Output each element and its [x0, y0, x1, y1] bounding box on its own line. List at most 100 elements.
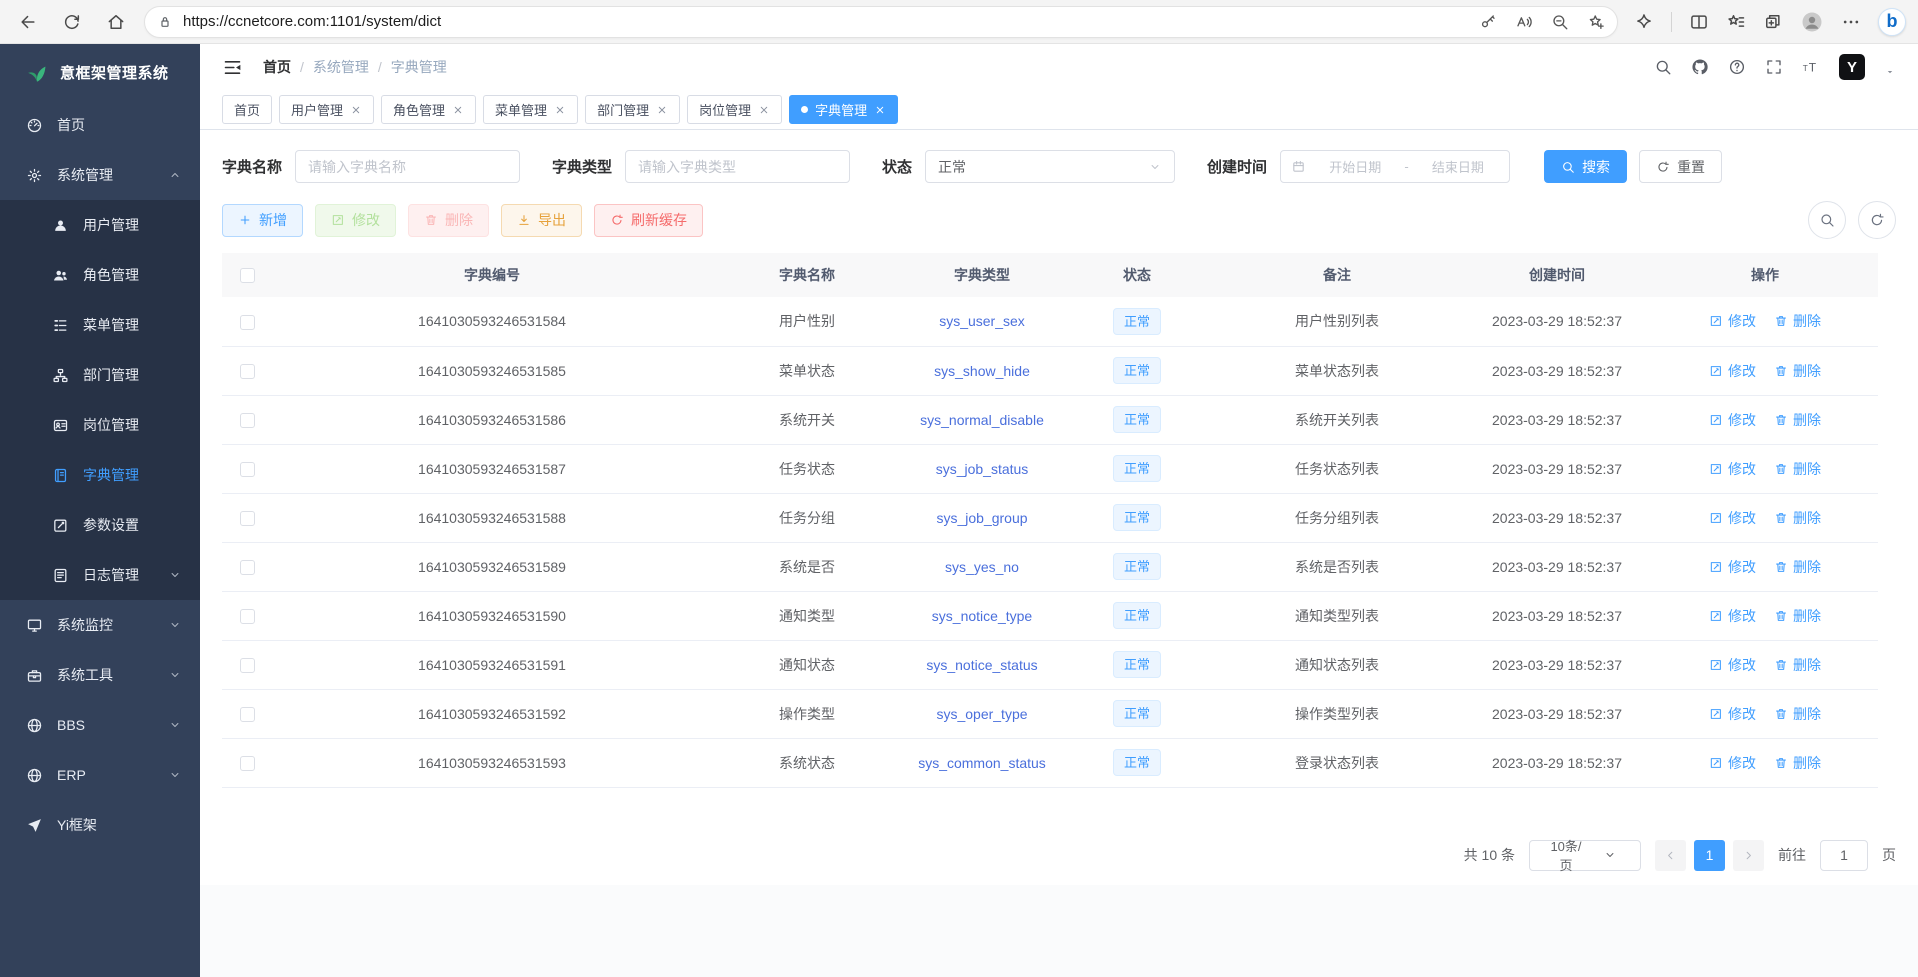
- row-checkbox[interactable]: [240, 511, 255, 526]
- row-checkbox[interactable]: [240, 707, 255, 722]
- favorites-icon[interactable]: [1726, 12, 1746, 32]
- row-delete-link[interactable]: 删除: [1774, 704, 1821, 724]
- page-1-button[interactable]: 1: [1694, 840, 1725, 871]
- row-edit-link[interactable]: 修改: [1709, 557, 1756, 577]
- split-screen-icon[interactable]: [1689, 12, 1709, 32]
- github-icon[interactable]: [1691, 58, 1709, 76]
- row-delete-link[interactable]: 删除: [1774, 459, 1821, 479]
- prev-page-button[interactable]: [1655, 840, 1686, 871]
- search-button[interactable]: 搜索: [1544, 150, 1627, 183]
- sidebar-item-yi-framework[interactable]: Yi框架: [0, 800, 200, 850]
- dict-type-input[interactable]: [625, 150, 850, 183]
- row-edit-link[interactable]: 修改: [1709, 655, 1756, 675]
- dict-type-link[interactable]: sys_yes_no: [945, 559, 1019, 575]
- dict-name-input[interactable]: [295, 150, 520, 183]
- select-all-checkbox[interactable]: [240, 268, 255, 283]
- sidebar-item-role-management[interactable]: 角色管理: [0, 250, 200, 300]
- sidebar-item-param-settings[interactable]: 参数设置: [0, 500, 200, 550]
- browser-reload-icon[interactable]: [62, 12, 82, 32]
- more-menu-icon[interactable]: [1841, 12, 1861, 32]
- dict-type-link[interactable]: sys_notice_type: [932, 608, 1032, 624]
- sidebar-item-menu-management[interactable]: 菜单管理: [0, 300, 200, 350]
- refresh-cache-button[interactable]: 刷新缓存: [594, 204, 703, 237]
- header-search-icon[interactable]: [1654, 58, 1672, 76]
- collapse-sidebar-icon[interactable]: [222, 57, 243, 78]
- sidebar-item-log-management[interactable]: 日志管理: [0, 550, 200, 600]
- toggle-search-button[interactable]: [1808, 201, 1846, 239]
- read-aloud-icon[interactable]: [1515, 13, 1533, 31]
- tab-home[interactable]: 首页: [222, 95, 272, 124]
- dict-type-link[interactable]: sys_show_hide: [934, 363, 1030, 379]
- help-icon[interactable]: [1728, 58, 1746, 76]
- row-edit-link[interactable]: 修改: [1709, 753, 1756, 773]
- tab-dict-management[interactable]: 字典管理: [789, 95, 898, 124]
- sidebar-item-system-tools[interactable]: 系统工具: [0, 650, 200, 700]
- app-logo[interactable]: 意框架管理系统: [0, 44, 200, 100]
- sidebar-item-post-management[interactable]: 岗位管理: [0, 400, 200, 450]
- row-delete-link[interactable]: 删除: [1774, 311, 1821, 331]
- sidebar-item-system-management[interactable]: 系统管理: [0, 150, 200, 200]
- edit-button[interactable]: 修改: [315, 204, 396, 237]
- row-delete-link[interactable]: 删除: [1774, 410, 1821, 430]
- bing-copilot-icon[interactable]: b: [1878, 8, 1906, 36]
- tab-post-management[interactable]: 岗位管理: [687, 95, 782, 124]
- row-delete-link[interactable]: 删除: [1774, 655, 1821, 675]
- row-edit-link[interactable]: 修改: [1709, 410, 1756, 430]
- sidebar-item-bbs[interactable]: BBS: [0, 700, 200, 750]
- zoom-out-icon[interactable]: [1551, 13, 1569, 31]
- dict-type-link[interactable]: sys_normal_disable: [920, 412, 1044, 428]
- row-checkbox[interactable]: [240, 756, 255, 771]
- row-edit-link[interactable]: 修改: [1709, 459, 1756, 479]
- close-icon[interactable]: [656, 104, 668, 116]
- breadcrumb-home[interactable]: 首页: [263, 57, 291, 77]
- sidebar-item-system-monitor[interactable]: 系统监控: [0, 600, 200, 650]
- next-page-button[interactable]: [1733, 840, 1764, 871]
- close-icon[interactable]: [874, 104, 886, 116]
- row-checkbox[interactable]: [240, 315, 255, 330]
- status-select[interactable]: 正常: [925, 150, 1175, 183]
- row-checkbox[interactable]: [240, 658, 255, 673]
- export-button[interactable]: 导出: [501, 204, 582, 237]
- add-button[interactable]: 新增: [222, 204, 303, 237]
- close-icon[interactable]: [350, 104, 362, 116]
- reset-button[interactable]: 重置: [1639, 150, 1722, 183]
- browser-back-icon[interactable]: [18, 12, 38, 32]
- sidebar-item-erp[interactable]: ERP: [0, 750, 200, 800]
- row-checkbox[interactable]: [240, 609, 255, 624]
- row-edit-link[interactable]: 修改: [1709, 606, 1756, 626]
- dict-type-link[interactable]: sys_job_group: [936, 510, 1027, 526]
- close-icon[interactable]: [452, 104, 464, 116]
- font-size-icon[interactable]: TT: [1802, 58, 1820, 76]
- sidebar-item-dept-management[interactable]: 部门管理: [0, 350, 200, 400]
- goto-page-input[interactable]: [1820, 840, 1868, 871]
- browser-essentials-icon[interactable]: [1634, 12, 1654, 32]
- row-checkbox[interactable]: [240, 364, 255, 379]
- row-checkbox[interactable]: [240, 462, 255, 477]
- user-avatar[interactable]: Y: [1839, 54, 1865, 80]
- row-delete-link[interactable]: 删除: [1774, 361, 1821, 381]
- tab-user-management[interactable]: 用户管理: [279, 95, 374, 124]
- delete-button[interactable]: 删除: [408, 204, 489, 237]
- row-checkbox[interactable]: [240, 560, 255, 575]
- sidebar-item-dict-management[interactable]: 字典管理: [0, 450, 200, 500]
- date-range-picker[interactable]: 开始日期 - 结束日期: [1280, 150, 1510, 183]
- sidebar-item-user-management[interactable]: 用户管理: [0, 200, 200, 250]
- dict-type-link[interactable]: sys_common_status: [918, 755, 1046, 771]
- row-delete-link[interactable]: 删除: [1774, 753, 1821, 773]
- row-edit-link[interactable]: 修改: [1709, 311, 1756, 331]
- row-delete-link[interactable]: 删除: [1774, 557, 1821, 577]
- close-icon[interactable]: [554, 104, 566, 116]
- row-delete-link[interactable]: 删除: [1774, 606, 1821, 626]
- dict-type-link[interactable]: sys_notice_status: [926, 657, 1037, 673]
- row-edit-link[interactable]: 修改: [1709, 508, 1756, 528]
- collections-icon[interactable]: [1763, 12, 1783, 32]
- tab-role-management[interactable]: 角色管理: [381, 95, 476, 124]
- add-favorite-icon[interactable]: [1587, 13, 1605, 31]
- password-key-icon[interactable]: [1479, 13, 1497, 31]
- row-edit-link[interactable]: 修改: [1709, 704, 1756, 724]
- url-text[interactable]: https://ccnetcore.com:1101/system/dict: [183, 13, 1469, 30]
- tab-dept-management[interactable]: 部门管理: [585, 95, 680, 124]
- tab-menu-management[interactable]: 菜单管理: [483, 95, 578, 124]
- dict-type-link[interactable]: sys_oper_type: [936, 706, 1027, 722]
- refresh-table-button[interactable]: [1858, 201, 1896, 239]
